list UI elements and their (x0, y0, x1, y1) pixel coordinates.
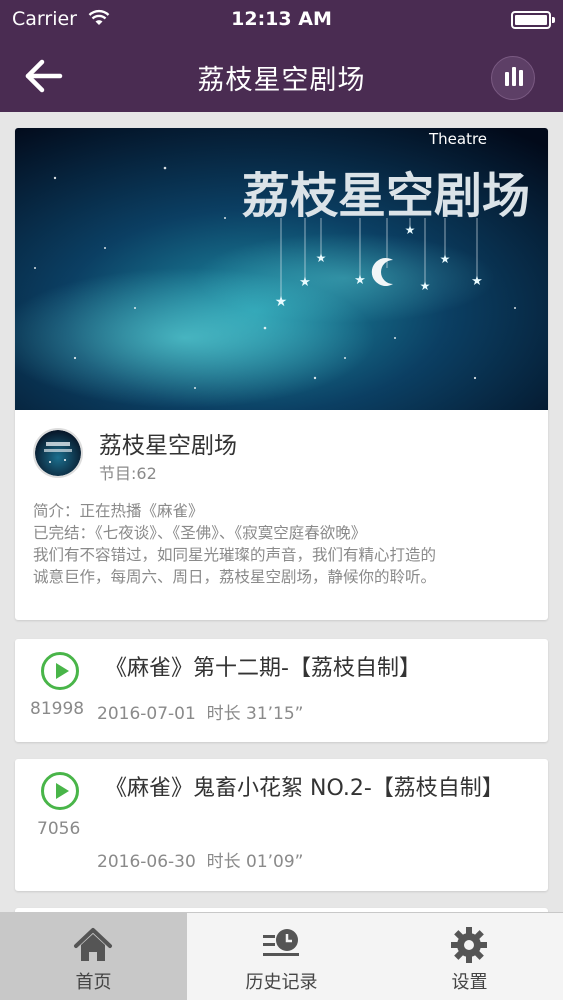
svg-text:★: ★ (275, 294, 288, 310)
svg-text:★: ★ (440, 252, 451, 266)
program-name: 荔枝星空剧场 (99, 433, 237, 459)
tab-history[interactable]: 历史记录 (188, 913, 375, 1000)
svg-text:★: ★ (471, 274, 483, 289)
program-card: ★ ★ ★ ★ ★ ★ ★ ★ 荔枝星空剧场 Theatre 荔枝星空剧场 节目… (15, 128, 548, 620)
program-banner: ★ ★ ★ ★ ★ ★ ★ ★ 荔枝星空剧场 Theatre (15, 128, 548, 410)
status-bar: Carrier 12:13 AM (0, 0, 563, 40)
program-description: 简介：正在热播《麻雀》 已完结：《七夜谈》、《圣佛》、《寂寞空庭春欲晚》 我们有… (33, 500, 538, 588)
tab-bar: 首页 历史记录 设置 (0, 912, 563, 1000)
home-icon (74, 928, 112, 961)
episode-date: 2016-07-01 (97, 704, 196, 724)
episode-meta: 2016-07-01 时长 31’15” (97, 699, 304, 724)
status-time: 12:13 AM (231, 8, 332, 30)
gear-icon (451, 927, 487, 963)
description-line: 简介：正在热播《麻雀》 (33, 502, 204, 520)
episode-date: 2016-06-30 (97, 852, 196, 872)
episode-count: 节目:62 (99, 464, 157, 483)
episode-duration: 时长 31’15” (206, 704, 304, 724)
svg-text:★: ★ (354, 273, 366, 288)
play-icon[interactable] (41, 652, 79, 690)
tab-home[interactable]: 首页 (0, 913, 187, 1000)
nav-bar: 荔枝星空剧场 (0, 40, 563, 112)
page-title: 荔枝星空剧场 (197, 65, 366, 96)
episode-duration: 时长 01’09” (206, 852, 304, 872)
now-playing-button[interactable] (491, 56, 535, 100)
banner-subtitle: Theatre (428, 130, 487, 148)
svg-text:★: ★ (299, 275, 311, 290)
play-count: 81998 (30, 699, 85, 719)
tab-label: 历史记录 (245, 972, 318, 993)
description-line: 已完结：《七夜谈》、《圣佛》、《寂寞空庭春欲晚》 (33, 524, 367, 542)
program-avatar[interactable] (33, 428, 83, 478)
episode-title: 《麻雀》第十二期-【荔枝自制】 (105, 656, 421, 681)
program-scroll-area[interactable]: ★ ★ ★ ★ ★ ★ ★ ★ 荔枝星空剧场 Theatre 荔枝星空剧场 节目… (0, 112, 563, 912)
audio-bars-icon (505, 72, 509, 86)
description-line: 我们有不容错过，如同星光璀璨的声音，我们有精心打造的 (33, 546, 437, 564)
tab-settings[interactable]: 设置 (376, 913, 563, 1000)
battery-icon (511, 11, 555, 29)
tab-label: 设置 (451, 972, 488, 993)
episode-title: 《麻雀》鬼畜小花絮 NO.2-【荔枝自制】 (105, 776, 504, 801)
tab-label: 首页 (75, 972, 112, 993)
svg-text:★: ★ (420, 279, 431, 293)
svg-text:★: ★ (405, 223, 416, 237)
episode-item[interactable]: 《麻雀》鬼畜小花絮 NO.2-【荔枝自制】 7056 2016-06-30 时长… (15, 759, 548, 891)
svg-text:★: ★ (316, 251, 327, 265)
episode-meta: 2016-06-30 时长 01’09” (97, 847, 304, 872)
episode-item[interactable]: 《麻雀》第十二期-【荔枝自制】 81998 2016-07-01 时长 31’1… (15, 639, 548, 742)
description-line: 诚意巨作，每周六、周日，荔枝星空剧场，静候你的聆听。 (33, 568, 437, 586)
play-icon[interactable] (41, 772, 79, 810)
program-logo-icon (35, 430, 81, 476)
play-count: 7056 (37, 819, 81, 839)
starry-sky-image: ★ ★ ★ ★ ★ ★ ★ ★ 荔枝星空剧场 Theatre (15, 128, 548, 410)
history-icon (263, 929, 299, 956)
banner-title: 荔枝星空剧场 (242, 168, 530, 224)
